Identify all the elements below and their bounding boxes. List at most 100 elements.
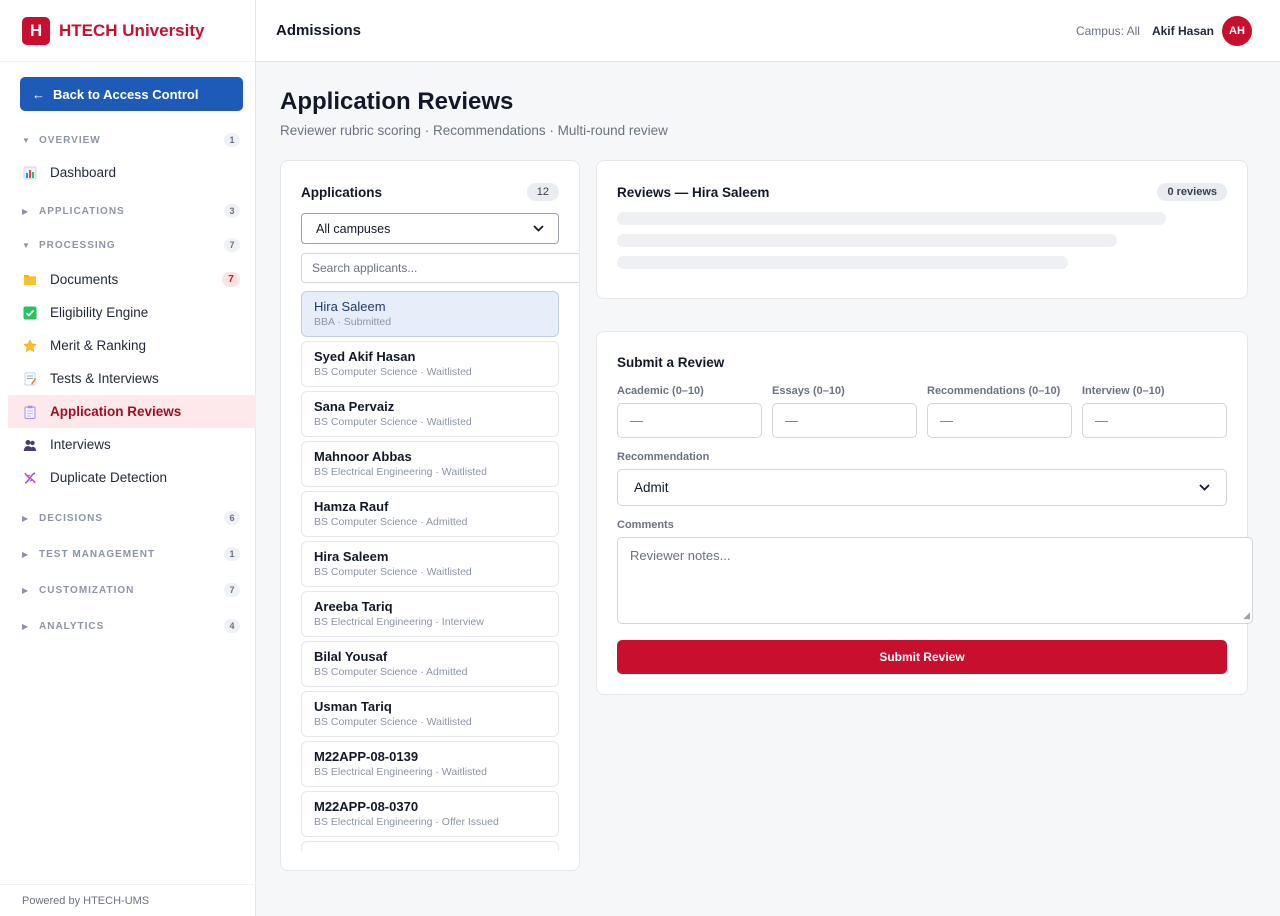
section-label: ANALYTICS: [39, 620, 105, 632]
comments-placeholder: Reviewer notes...: [630, 548, 731, 563]
section-count: 1: [224, 547, 240, 561]
recommendation-select[interactable]: Admit: [617, 469, 1227, 506]
star-icon: [22, 338, 38, 354]
section-analytics[interactable]: ▶ ANALYTICS 4: [0, 608, 256, 644]
caret-right-icon: ▶: [22, 585, 30, 595]
section-label: CUSTOMIZATION: [39, 584, 135, 596]
search-applicants-input[interactable]: [301, 253, 579, 283]
section-test-management[interactable]: ▶ TEST MANAGEMENT 1: [0, 536, 256, 572]
essays-score-input[interactable]: —: [772, 403, 917, 438]
campus-indicator[interactable]: Campus: All: [1076, 24, 1140, 38]
sidebar-item-duplicate-detection[interactable]: Duplicate Detection: [0, 461, 256, 494]
applications-panel: Applications 12 All campuses Hira Saleem…: [280, 160, 580, 871]
applicant-name: Sana Pervaiz: [314, 399, 395, 414]
list-item[interactable]: Sana Pervaiz BS Computer Science · Waitl…: [301, 391, 559, 437]
topbar: Admissions Campus: All Akif Hasan AH: [256, 0, 1280, 62]
sidebar-item-eligibility-engine[interactable]: Eligibility Engine: [0, 296, 256, 329]
sidebar-item-interviews[interactable]: Interviews: [0, 428, 256, 461]
campus-filter-select[interactable]: All campuses: [301, 213, 559, 244]
recommendation-label: Recommendation: [617, 451, 710, 463]
page-subtitle: Reviewer rubric scoring · Recommendation…: [280, 123, 668, 138]
brand-logo[interactable]: H: [22, 16, 50, 45]
interview-score-label: Interview (0–10): [1082, 385, 1165, 397]
section-overview[interactable]: ▼ OVERVIEW 1: [0, 124, 256, 156]
section-label: PROCESSING: [39, 239, 116, 251]
section-count: 4: [224, 619, 240, 633]
section-label: DECISIONS: [39, 512, 104, 524]
section-decisions[interactable]: ▶ DECISIONS 6: [0, 500, 256, 536]
academic-score-input[interactable]: —: [617, 403, 762, 438]
list-item[interactable]: M22APP-08-0139 BS Electrical Engineering…: [301, 741, 559, 787]
list-item[interactable]: Areeba Tariq BS Electrical Engineering ·…: [301, 591, 559, 637]
applicant-name: Hira Saleem: [314, 549, 389, 564]
comments-label: Comments: [617, 519, 674, 531]
section-processing[interactable]: ▼ PROCESSING 7: [0, 227, 256, 263]
caret-right-icon: ▶: [22, 206, 30, 216]
applicant-meta: BS Computer Science · Admitted: [314, 666, 468, 678]
comments-textarea[interactable]: Reviewer notes... ◢: [617, 537, 1253, 624]
sidebar-item-dashboard[interactable]: Dashboard: [0, 156, 256, 189]
sidebar-nav: ▼ OVERVIEW 1 Dashboard ▶ APPLICATIONS 3 …: [0, 124, 256, 644]
sidebar-item-merit-ranking[interactable]: Merit & Ranking: [0, 329, 256, 362]
list-item[interactable]: Mahnoor Abbas BS Electrical Engineering …: [301, 441, 559, 487]
recommendations-score-label: Recommendations (0–10): [927, 385, 1061, 397]
reviews-header: Reviews — Hira Saleem 0 reviews: [617, 183, 1227, 201]
section-customization[interactable]: ▶ CUSTOMIZATION 7: [0, 572, 256, 608]
list-item[interactable]: Bilal Yousaf BS Computer Science · Admit…: [301, 641, 559, 687]
people-icon: [22, 437, 38, 453]
interview-score-input[interactable]: —: [1082, 403, 1227, 438]
recommendations-score-input[interactable]: —: [927, 403, 1072, 438]
applicant-name: Hira Saleem: [314, 299, 386, 314]
section-count: 7: [224, 583, 240, 597]
sidebar-item-label: Documents: [50, 272, 119, 287]
section-count: 7: [224, 238, 240, 252]
sidebar-item-label: Interviews: [50, 437, 111, 452]
resize-handle-icon[interactable]: ◢: [1243, 610, 1250, 621]
sidebar-item-label: Tests & Interviews: [50, 371, 159, 386]
folder-icon: [22, 272, 38, 288]
applications-title: Applications: [301, 184, 383, 200]
submit-review-title: Submit a Review: [617, 355, 725, 370]
recommendation-value: Admit: [634, 480, 669, 495]
avatar[interactable]: AH: [1222, 15, 1252, 46]
list-item[interactable]: Syed Akif Hasan BS Computer Science · Wa…: [301, 341, 559, 387]
applicant-name: Areeba Tariq: [314, 599, 393, 614]
loading-skeleton-line: [617, 256, 1068, 269]
list-item[interactable]: Hira Saleem BBA · Submitted: [301, 291, 559, 337]
section-applications[interactable]: ▶ APPLICATIONS 3: [0, 195, 256, 227]
score-placeholder: —: [940, 413, 953, 428]
topbar-title: Admissions: [276, 22, 362, 39]
submit-review-button[interactable]: Submit Review: [617, 640, 1227, 674]
caret-down-icon: ▼: [22, 240, 31, 250]
applications-list[interactable]: Hira Saleem BBA · Submitted Syed Akif Ha…: [301, 291, 559, 851]
applicant-meta: BS Computer Science · Waitlisted: [314, 416, 472, 428]
list-item[interactable]: M22APP-08-0370 BS Electrical Engineering…: [301, 791, 559, 837]
section-count: 1: [224, 133, 240, 147]
clipboard-icon: [22, 404, 38, 420]
brand-name[interactable]: HTECH University: [59, 21, 204, 41]
campus-filter-value: All campuses: [316, 221, 391, 236]
list-item[interactable]: Hira Saleem BS Computer Science · Waitli…: [301, 541, 559, 587]
list-item[interactable]: [301, 841, 559, 851]
sidebar-item-label: Eligibility Engine: [50, 305, 149, 320]
applicant-meta: BS Electrical Engineering · Interview: [314, 616, 484, 628]
section-label: APPLICATIONS: [39, 205, 125, 217]
section-count: 3: [224, 204, 240, 218]
list-item[interactable]: Usman Tariq BS Computer Science · Waitli…: [301, 691, 559, 737]
back-to-access-control-button[interactable]: ← Back to Access Control: [20, 77, 243, 111]
academic-score-label: Academic (0–10): [617, 385, 704, 397]
sidebar-item-documents[interactable]: Documents 7: [0, 263, 256, 296]
list-item[interactable]: Hamza Rauf BS Computer Science · Admitte…: [301, 491, 559, 537]
back-button-label: Back to Access Control: [53, 86, 199, 102]
sidebar-footer: Powered by HTECH-UMS: [0, 884, 256, 916]
sidebar-item-tests-interviews[interactable]: Tests & Interviews: [0, 362, 256, 395]
arrow-left-icon: ←: [32, 86, 45, 102]
score-placeholder: —: [630, 413, 643, 428]
section-label: TEST MANAGEMENT: [39, 548, 156, 560]
sidebar: H HTECH University ← Back to Access Cont…: [0, 0, 256, 916]
applicant-name: Bilal Yousaf: [314, 649, 388, 664]
caret-right-icon: ▶: [22, 621, 30, 631]
sidebar-item-application-reviews[interactable]: Application Reviews: [8, 395, 256, 428]
user-name[interactable]: Akif Hasan: [1152, 24, 1214, 38]
applicant-meta: BS Computer Science · Waitlisted: [314, 716, 472, 728]
